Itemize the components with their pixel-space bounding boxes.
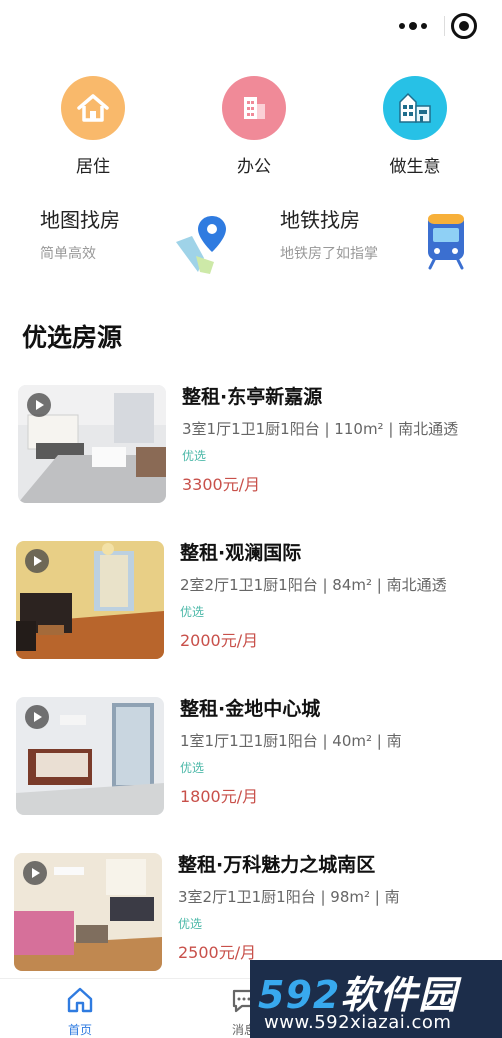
- category-label: 办公: [237, 157, 271, 177]
- listing-card[interactable]: 整租·观澜国际 2室2厅1卫1厨1阳台 | 84m² | 南北通透 优选 200…: [16, 541, 486, 663]
- listing-photo: [16, 697, 164, 815]
- listing-info: 整租·观澜国际 2室2厅1卫1厨1阳台 | 84m² | 南北通透 优选 200…: [180, 541, 486, 651]
- tab-label: 首页: [67, 1023, 92, 1037]
- home-icon: [65, 985, 95, 1019]
- listing-tag: 优选: [178, 917, 203, 931]
- listing-card[interactable]: 整租·金地中心城 1室1厅1卫1厨1阳台 | 40m² | 南 优选 1800元…: [16, 697, 486, 819]
- listing-photo: [14, 853, 162, 971]
- office-building-icon: [222, 76, 286, 140]
- listing-price: 2000元/月: [180, 631, 259, 650]
- listing-card[interactable]: 整租·万科魅力之城南区 3室2厅1卫1厨1阳台 | 98m² | 南 优选 25…: [14, 853, 484, 975]
- listing-spec: 3室1厅1卫1厨1阳台 | 110m² | 南北通透: [182, 420, 459, 438]
- more-dots-icon[interactable]: [388, 22, 438, 30]
- watermark-url: www.592xiazai.com: [264, 1012, 452, 1033]
- subway-train-icon: [426, 212, 466, 274]
- listing-info: 整租·金地中心城 1室1厅1卫1厨1阳台 | 40m² | 南 优选 1800元…: [180, 697, 486, 807]
- listing-spec: 2室2厅1卫1厨1阳台 | 84m² | 南北通透: [180, 576, 447, 594]
- listing-title: 整租·东亭新嘉源: [182, 386, 323, 408]
- listing-title: 整租·万科魅力之城南区: [178, 854, 376, 876]
- map-find-entry[interactable]: 地图找房 简单高效: [40, 204, 260, 284]
- play-video-icon[interactable]: [25, 705, 49, 729]
- listing-price: 1800元/月: [180, 787, 259, 806]
- category-living[interactable]: 居住: [38, 76, 148, 177]
- mini-program-capsule: [388, 8, 486, 44]
- tab-home[interactable]: 首页: [40, 985, 120, 1038]
- subway-find-entry[interactable]: 地铁找房 地铁房了如指掌: [280, 204, 490, 284]
- watermark-logo: 592软件园: [258, 973, 458, 1017]
- target-icon[interactable]: [451, 13, 477, 39]
- house-icon: [61, 76, 125, 140]
- listing-card[interactable]: 整租·东亭新嘉源 3室1厅1卫1厨1阳台 | 110m² | 南北通透 优选 3…: [18, 385, 488, 507]
- category-label: 居住: [76, 157, 110, 177]
- shop-building-icon: [383, 76, 447, 140]
- capsule-divider: [444, 16, 445, 36]
- play-video-icon[interactable]: [25, 549, 49, 573]
- listing-tag: 优选: [180, 605, 205, 619]
- listing-photo: [18, 385, 166, 503]
- section-title: 优选房源: [22, 323, 123, 352]
- listing-title: 整租·金地中心城: [180, 698, 321, 720]
- play-video-icon[interactable]: [23, 861, 47, 885]
- map-pin-icon: [174, 212, 234, 278]
- listing-photo: [16, 541, 164, 659]
- category-row: 居住 办公 做生意: [0, 76, 502, 186]
- listing-spec: 1室1厅1卫1厨1阳台 | 40m² | 南: [180, 732, 402, 750]
- listing-info: 整租·万科魅力之城南区 3室2厅1卫1厨1阳台 | 98m² | 南 优选 25…: [178, 853, 484, 963]
- site-watermark: 592软件园 www.592xiazai.com: [250, 960, 502, 1038]
- listing-tag: 优选: [182, 449, 207, 463]
- listing-title: 整租·观澜国际: [180, 542, 302, 564]
- listing-info: 整租·东亭新嘉源 3室1厅1卫1厨1阳台 | 110m² | 南北通透 优选 3…: [182, 385, 488, 495]
- category-label: 做生意: [389, 157, 441, 177]
- listing-tag: 优选: [180, 761, 205, 775]
- play-video-icon[interactable]: [27, 393, 51, 417]
- listing-spec: 3室2厅1卫1厨1阳台 | 98m² | 南: [178, 888, 400, 906]
- category-office[interactable]: 办公: [199, 76, 309, 177]
- category-business[interactable]: 做生意: [360, 76, 470, 177]
- listing-price: 3300元/月: [182, 475, 261, 494]
